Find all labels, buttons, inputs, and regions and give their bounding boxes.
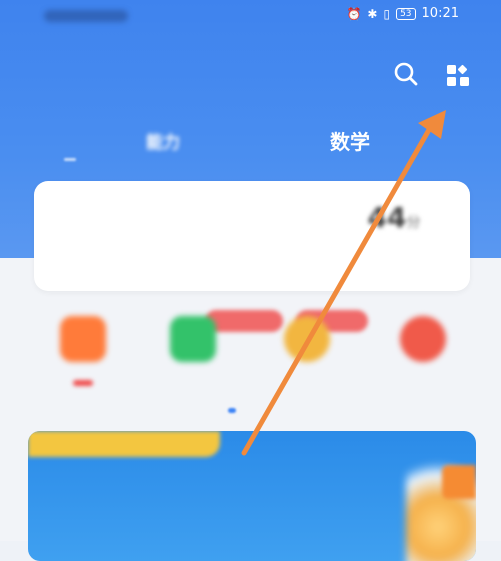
- tab-indicator: [64, 158, 76, 161]
- medal-icon: [284, 316, 330, 362]
- bluetooth-icon: ✱: [367, 6, 378, 21]
- status-time: 10:21: [421, 6, 459, 21]
- apps-grid-icon[interactable]: [445, 62, 471, 88]
- banner-corner-badge: [442, 465, 476, 499]
- vibrate-icon: ▯: [383, 6, 391, 21]
- subject-tabs: 能力 数学: [28, 126, 408, 161]
- stat-2[interactable]: [200, 201, 320, 207]
- gift-icon: [60, 316, 106, 362]
- battery-icon: 53: [396, 7, 416, 20]
- stat-3-value: 44: [367, 201, 407, 234]
- feature-item-2[interactable]: [148, 316, 238, 376]
- stat-3[interactable]: 44分: [334, 201, 454, 240]
- stat-3-unit: 分: [406, 215, 421, 231]
- status-carrier: [44, 10, 128, 22]
- feature-item-1[interactable]: [38, 316, 128, 389]
- tab-math[interactable]: 数学: [330, 126, 370, 155]
- stats-card: 44分: [34, 181, 470, 291]
- alarm-icon: ⏰: [346, 6, 362, 21]
- banner-tag: [28, 431, 220, 457]
- stat-1[interactable]: [64, 201, 184, 207]
- tab-2-strong: 能力: [146, 133, 180, 153]
- target-icon: [400, 316, 446, 362]
- status-bar: ⏰ ✱ ▯ 53 10:21: [0, 0, 501, 34]
- promo-banner[interactable]: [28, 431, 476, 561]
- feature-item-3[interactable]: [262, 316, 352, 376]
- calendar-icon: [170, 316, 216, 362]
- carousel-indicator: [228, 408, 236, 413]
- tab-2[interactable]: 能力: [146, 128, 180, 153]
- status-icons: ⏰ ✱ ▯ 53 10:21: [346, 6, 459, 21]
- search-icon[interactable]: [392, 60, 420, 88]
- feature-1-label: [73, 380, 93, 386]
- feature-item-4[interactable]: [378, 316, 468, 376]
